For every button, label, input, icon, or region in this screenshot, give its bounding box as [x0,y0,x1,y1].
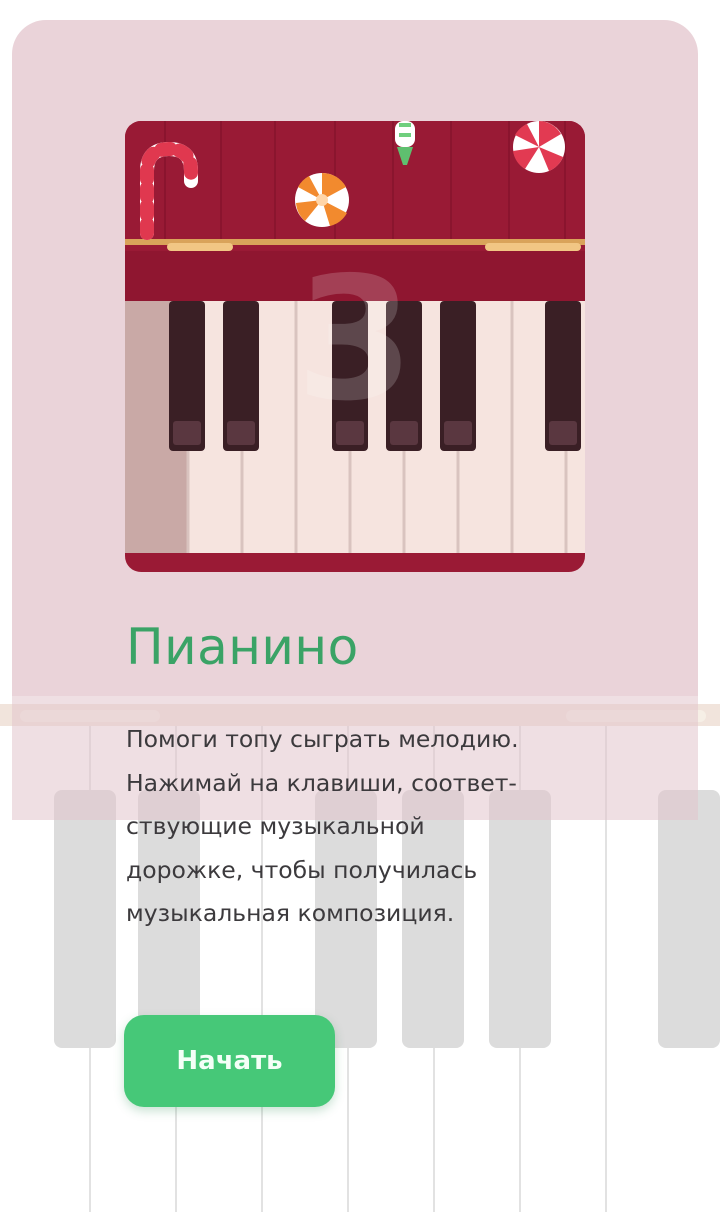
game-description: Помоги топу сыграть мелодию. Нажимай на … [126,718,606,936]
description-line: Нажимай на клавиши, соответ- [126,768,517,797]
description-line: ствующие музыкальной [126,812,425,840]
description-line: дорожке, чтобы получилась [126,855,478,884]
start-button[interactable]: Начать [124,1015,335,1107]
peppermint-candy-icon [513,121,565,173]
description-line: музыкальная композиция. [126,899,455,927]
game-title: Пианино [126,618,359,676]
description-line: Помоги топу сыграть мелодию. [126,725,519,753]
piano-picture [125,121,585,572]
orange-swirl-candy-icon [295,172,349,227]
